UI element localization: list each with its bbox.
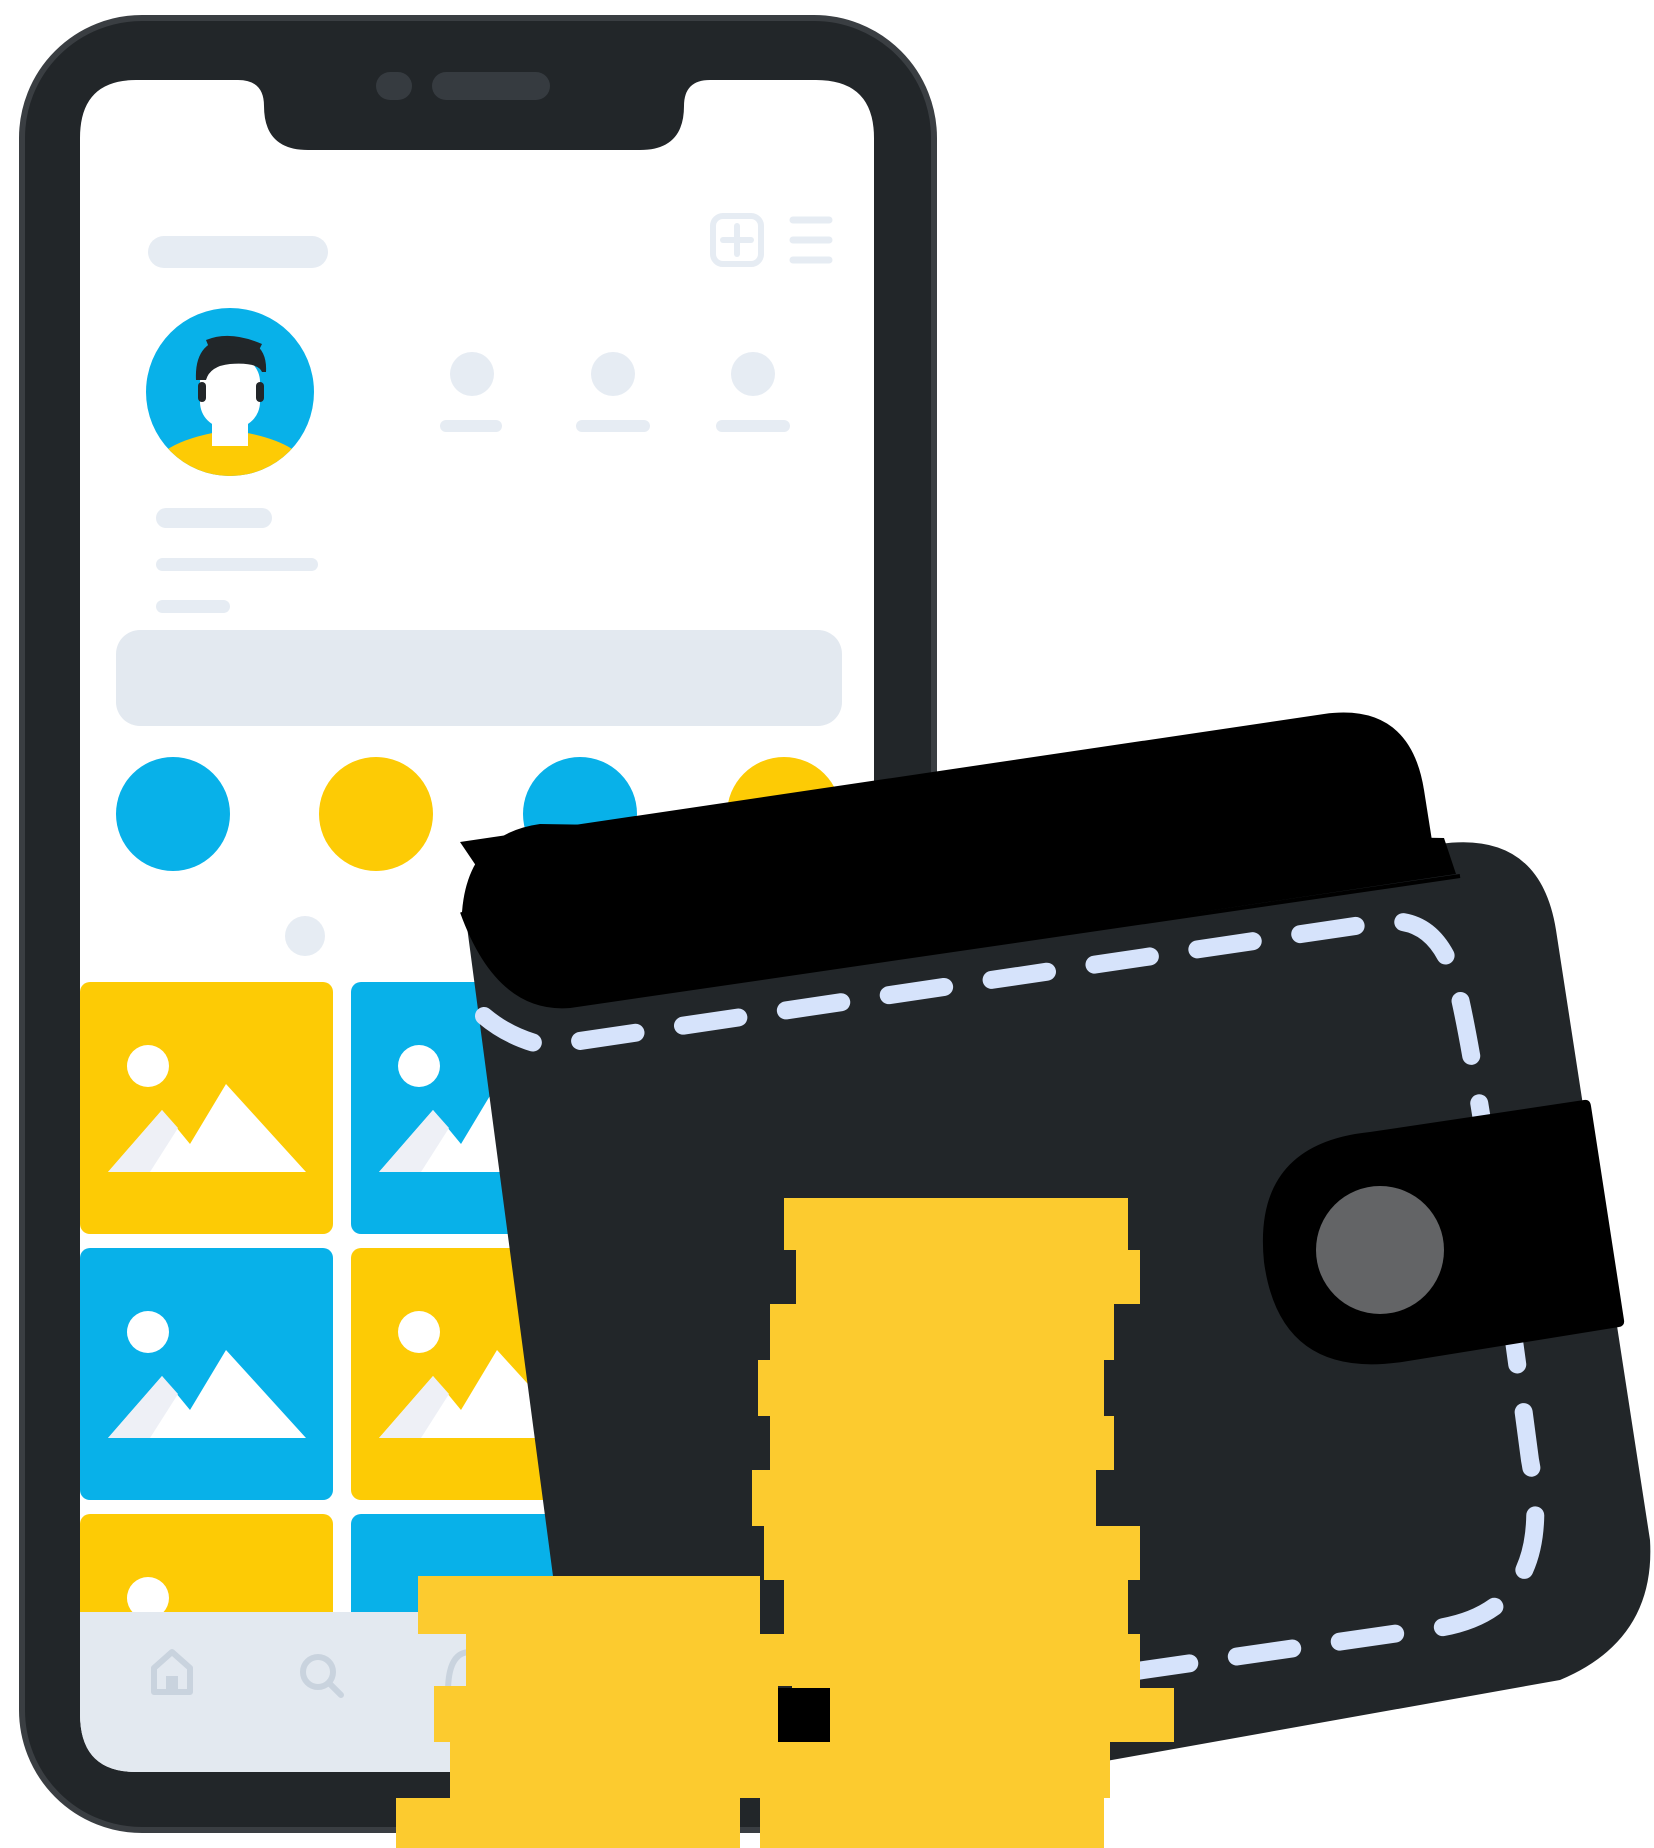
stat-label bbox=[440, 420, 502, 432]
bio-line bbox=[156, 600, 230, 613]
stat-dot bbox=[591, 352, 635, 396]
stat-label bbox=[576, 420, 650, 432]
bio-line bbox=[156, 558, 318, 571]
earpiece bbox=[432, 72, 550, 100]
tab-indicator bbox=[285, 916, 325, 956]
stat-dot bbox=[731, 352, 775, 396]
photo-tile[interactable] bbox=[80, 1248, 333, 1500]
stat-label bbox=[716, 420, 790, 432]
username-placeholder bbox=[148, 236, 328, 268]
phone-wallet-illustration bbox=[19, 15, 1651, 1848]
clasp-button[interactable] bbox=[1316, 1186, 1444, 1314]
story-circle[interactable] bbox=[116, 757, 230, 871]
photo-tile[interactable] bbox=[80, 982, 333, 1234]
front-camera bbox=[376, 72, 412, 100]
stat-dot bbox=[450, 352, 494, 396]
wallet-corner-shadow bbox=[778, 1688, 830, 1742]
name-placeholder bbox=[156, 508, 272, 528]
story-circle[interactable] bbox=[319, 757, 433, 871]
edit-profile-button[interactable] bbox=[116, 630, 842, 726]
